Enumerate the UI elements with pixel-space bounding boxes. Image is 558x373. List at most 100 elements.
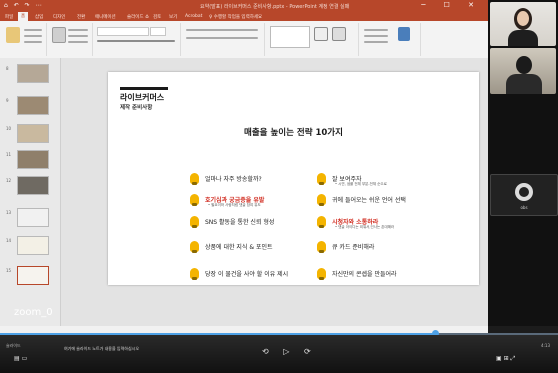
shapes-gallery[interactable] bbox=[270, 26, 310, 48]
replace-icon[interactable] bbox=[364, 35, 388, 37]
title-bar: ⌂ ↶ ↷ ⋯ 요약(발표) 라이브커머스 준비사항.pptx - PowerP… bbox=[0, 0, 488, 12]
lightbulb-icon bbox=[190, 173, 199, 185]
window-controls[interactable]: ─ ☐ ✕ bbox=[421, 1, 482, 9]
header-rule bbox=[120, 87, 168, 90]
font-size-select[interactable] bbox=[150, 27, 166, 36]
new-slide-icon[interactable] bbox=[52, 27, 66, 43]
ribbon-tabs: 파일 홈 삽입 디자인 전환 애니메이션 슬라이드 쇼 검토 보기 Acroba… bbox=[0, 12, 488, 22]
strategy-subtext: • 댓글 아이디는 외워서,인사는 존대해라 bbox=[335, 225, 395, 229]
font-style-buttons[interactable] bbox=[97, 40, 175, 42]
thumbnail-number: 8 bbox=[6, 66, 9, 71]
slide-thumbnail[interactable] bbox=[17, 150, 49, 169]
quick-access-toolbar[interactable]: ⌂ ↶ ↷ ⋯ bbox=[4, 2, 44, 9]
find-icon[interactable] bbox=[364, 29, 388, 31]
status-text: 슬라이드 bbox=[6, 343, 21, 348]
ribbon-tools bbox=[0, 21, 488, 59]
presenter-face bbox=[517, 11, 529, 26]
slide-brand-title: 라이브커머스 bbox=[120, 93, 165, 102]
font-name-select[interactable] bbox=[97, 27, 149, 36]
slide-thumbnail[interactable] bbox=[17, 176, 49, 195]
tab-view[interactable]: 보기 bbox=[166, 13, 180, 21]
thumbnail-number: 15 bbox=[6, 268, 12, 273]
reset-icon[interactable] bbox=[68, 35, 88, 37]
font-group bbox=[94, 23, 181, 56]
thumbnail-number: 10 bbox=[6, 126, 12, 131]
powerpoint-ribbon: ⌂ ↶ ↷ ⋯ 요약(발표) 라이브커머스 준비사항.pptx - PowerP… bbox=[0, 0, 488, 59]
webcam-presenter bbox=[490, 2, 556, 46]
webcam-participant bbox=[490, 48, 556, 94]
slides-view-icon[interactable]: ▤ ▭ bbox=[14, 355, 27, 362]
strategy-text: 상품에 대한 지식 & 포인트 bbox=[205, 244, 273, 251]
thumbnail-number: 9 bbox=[6, 98, 9, 103]
tab-transitions[interactable]: 전환 bbox=[74, 13, 88, 21]
thumbnail-number: 11 bbox=[6, 152, 12, 157]
thumbnail-number: 14 bbox=[6, 238, 12, 243]
strategy-text: 큐 카드 준비해라 bbox=[332, 244, 375, 251]
thumbnail-number: 12 bbox=[6, 178, 12, 183]
drawing-group bbox=[266, 23, 359, 56]
clipboard-group bbox=[2, 23, 47, 56]
notes-placeholder: 여기에 슬라이드 노트가 내용을 입력하십시오 bbox=[64, 346, 140, 351]
slides-group bbox=[48, 23, 93, 56]
lightbulb-icon bbox=[190, 194, 199, 206]
tab-slideshow[interactable]: 슬라이드 쇼 bbox=[124, 13, 152, 21]
quick-styles-icon[interactable] bbox=[332, 27, 346, 41]
strategy-text: 당장 이 물건을 사야 할 이유 제시 bbox=[205, 271, 289, 278]
strategy-text: 얼마나 자주 방송할까? bbox=[205, 176, 262, 183]
slide-editor: 라이브커머스 제작 준비사항 매출을 높이는 전략 10가지 얼마나 자주 방송… bbox=[61, 58, 488, 326]
slide-thumbnail[interactable] bbox=[17, 64, 49, 83]
layout-icon[interactable] bbox=[68, 29, 88, 31]
strategy-subtext: • 시연, 샘플 전체 부분-전체 순으로 bbox=[335, 182, 387, 186]
strategy-text: SNS 활동을 통한 신뢰 형성 bbox=[205, 219, 275, 226]
lightbulb-icon bbox=[317, 194, 326, 206]
lightbulb-icon bbox=[190, 216, 199, 228]
obs-icon bbox=[515, 183, 533, 201]
slide-thumbnail[interactable] bbox=[17, 236, 49, 255]
slide-thumbnails-panel: 8 9 10 11 12 13 14 15 bbox=[0, 58, 61, 326]
copy-icon[interactable] bbox=[24, 35, 42, 37]
webcam-panel: obs bbox=[488, 0, 558, 326]
lightbulb-icon bbox=[190, 268, 199, 280]
tab-acrobat[interactable]: Acrobat bbox=[182, 13, 205, 20]
paragraph-group bbox=[182, 23, 265, 56]
strategy-text: 귀에 들어오는 쉬운 언어 선택 bbox=[332, 197, 406, 204]
lightbulb-icon bbox=[317, 268, 326, 280]
lightbulb-icon bbox=[317, 216, 326, 228]
tell-me-search[interactable]: ♀ 수행할 작업을 입력하세요 bbox=[206, 13, 265, 21]
paste-icon[interactable] bbox=[6, 27, 20, 43]
section-icon[interactable] bbox=[68, 41, 88, 43]
current-slide[interactable]: 라이브커머스 제작 준비사항 매출을 높이는 전략 10가지 얼마나 자주 방송… bbox=[108, 72, 479, 285]
zoom-overlay-label: zoom_0 bbox=[14, 307, 53, 318]
view-mode-icons[interactable]: ▣ ⊞ ⤢ bbox=[496, 355, 515, 363]
strategy-text: 자신만의 콘셉을 만들어라 bbox=[332, 271, 397, 278]
slide-thumbnail[interactable] bbox=[17, 96, 49, 115]
lightbulb-icon bbox=[317, 241, 326, 253]
slide-title: 매출을 높이는 전략 10가지 bbox=[244, 128, 343, 138]
list-buttons[interactable] bbox=[186, 29, 258, 31]
presenter-body bbox=[508, 30, 538, 46]
tab-insert[interactable]: 삽입 bbox=[32, 13, 46, 21]
participant-head bbox=[516, 56, 532, 74]
window-title: 요약(발표) 라이브커머스 준비사항.pptx - PowerPoint 계정 … bbox=[200, 4, 350, 10]
tab-design[interactable]: 디자인 bbox=[50, 13, 68, 21]
select-icon[interactable] bbox=[364, 41, 388, 43]
slide-brand-subtitle: 제작 준비사항 bbox=[120, 105, 153, 111]
notes-pane[interactable] bbox=[0, 326, 488, 333]
align-buttons[interactable] bbox=[186, 37, 258, 39]
participant-body bbox=[506, 74, 542, 94]
time-readout: 4:13 bbox=[541, 343, 550, 348]
acrobat-pdf-icon[interactable] bbox=[398, 27, 410, 41]
cut-icon[interactable] bbox=[24, 29, 42, 31]
slide-thumbnail[interactable] bbox=[17, 124, 49, 143]
tab-animations[interactable]: 애니메이션 bbox=[92, 13, 119, 21]
play-controls[interactable]: ⟲ ▷ ⟳ bbox=[262, 347, 317, 356]
arrange-icon[interactable] bbox=[314, 27, 328, 41]
format-painter-icon[interactable] bbox=[24, 41, 42, 43]
player-controls: 슬라이드 여기에 슬라이드 노트가 내용을 입력하십시오 ⟲ ▷ ⟳ ▤ ▭ ▣… bbox=[0, 335, 558, 373]
thumbnail-number: 13 bbox=[6, 210, 12, 215]
slide-thumbnail[interactable] bbox=[17, 208, 49, 227]
tab-file[interactable]: 파일 bbox=[2, 13, 16, 21]
tab-review[interactable]: 검토 bbox=[150, 13, 164, 21]
strategy-subtext: • 필요이하 사람처럼 댓글 참여 유도 bbox=[208, 203, 261, 207]
slide-thumbnail-selected[interactable] bbox=[17, 266, 49, 285]
